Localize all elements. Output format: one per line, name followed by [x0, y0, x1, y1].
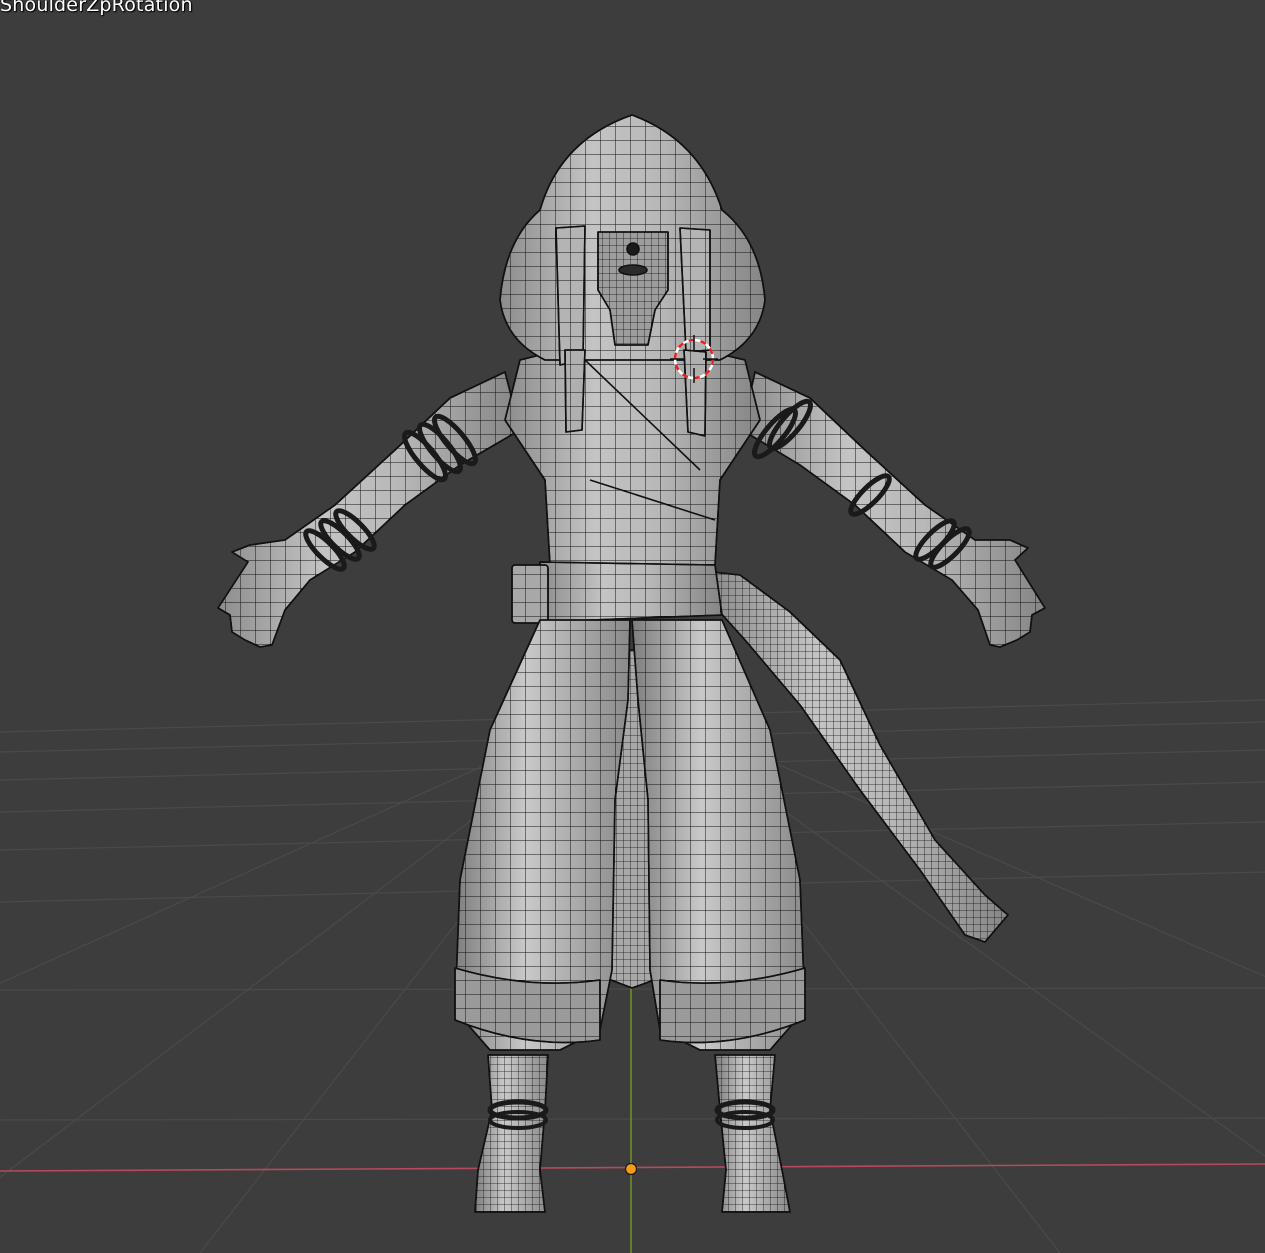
pants-right-leg[interactable]	[454, 619, 631, 1051]
viewport-canvas	[0, 114, 1265, 1253]
torso[interactable]	[504, 339, 761, 566]
3d-viewport[interactable]: ShoulderZpRotation	[0, 0, 1265, 1253]
origin-point-icon[interactable]	[624, 1162, 638, 1176]
right-arm[interactable]	[217, 371, 521, 648]
belt[interactable]	[511, 561, 723, 624]
pants-left-leg[interactable]	[631, 619, 806, 1051]
active-object-label: ShoulderZpRotation	[0, 0, 193, 16]
right-foot[interactable]	[474, 1054, 549, 1213]
left-foot[interactable]	[714, 1054, 791, 1213]
